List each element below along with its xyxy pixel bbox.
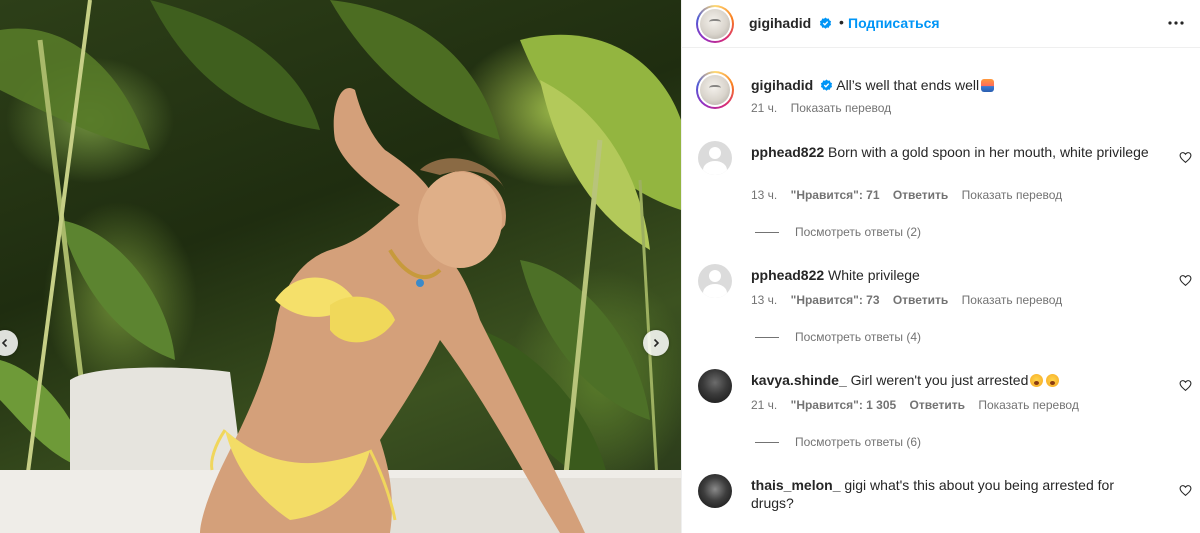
view-replies-button[interactable]: Посмотреть ответы (6) (755, 435, 921, 449)
comment-body: thais_melon_ gigi what's this about you … (751, 476, 1151, 512)
next-photo-button[interactable] (643, 330, 669, 356)
caption-time[interactable]: 21 ч. (751, 101, 777, 115)
comment-likes[interactable]: "Нравится": 1 305 (791, 398, 897, 412)
view-replies-label: Посмотреть ответы (4) (795, 330, 922, 344)
header-separator: • (839, 14, 844, 30)
verified-badge-icon (821, 79, 833, 91)
comment-time[interactable]: 21 ч. (751, 398, 777, 412)
heart-icon[interactable] (1179, 274, 1192, 287)
translate-link[interactable]: Показать перевод (978, 398, 1079, 412)
post-header: gigihadid • Подписаться (682, 0, 1200, 48)
comment-text: Born with a gold spoon in her mouth, whi… (828, 144, 1149, 160)
comment-body: pphead822 White privilege (751, 266, 1151, 284)
view-replies-label: Посмотреть ответы (2) (795, 225, 922, 239)
more-options-icon[interactable] (1166, 13, 1186, 33)
commenter-avatar[interactable] (698, 369, 732, 403)
comment-body: kavya.shinde_ Girl weren't you just arre… (751, 371, 1151, 389)
comment-time[interactable]: 13 ч. (751, 293, 777, 307)
heart-icon[interactable] (1179, 379, 1192, 392)
comment-likes[interactable]: "Нравится": 73 (791, 293, 880, 307)
comment-likes[interactable]: "Нравится": 71 (791, 188, 880, 202)
post-photo (0, 0, 681, 533)
commenter-username[interactable]: kavya.shinde_ (751, 372, 847, 388)
reply-button[interactable]: Ответить (893, 188, 948, 202)
follow-button[interactable]: Подписаться (848, 15, 940, 31)
author-avatar[interactable] (696, 5, 734, 43)
comment-text: Girl weren't you just arrested (850, 372, 1029, 388)
comment-text: White privilege (828, 267, 920, 283)
caption-author-avatar[interactable] (696, 71, 734, 109)
commenter-username[interactable]: thais_melon_ (751, 477, 840, 493)
chevron-right-icon (653, 338, 660, 348)
post-caption: gigihadid All’s well that ends well (751, 76, 995, 94)
view-replies-button[interactable]: Посмотреть ответы (2) (755, 225, 921, 239)
commenter-avatar[interactable] (698, 141, 732, 175)
translate-link[interactable]: Показать перевод (962, 188, 1063, 202)
reply-button[interactable]: Ответить (910, 398, 965, 412)
crying-face-emoji (1030, 374, 1044, 387)
commenter-username[interactable]: pphead822 (751, 267, 824, 283)
caption-text: All’s well that ends well (836, 77, 980, 93)
crying-face-emoji (1046, 374, 1060, 387)
heart-icon[interactable] (1179, 484, 1192, 497)
reply-button[interactable]: Ответить (893, 293, 948, 307)
sunrise-emoji (981, 79, 995, 92)
comment-meta: 13 ч. "Нравится": 73 Ответить Показать п… (751, 293, 1072, 307)
caption-meta: 21 ч. Показать перевод (751, 101, 901, 115)
commenter-avatar[interactable] (698, 474, 732, 508)
post-media[interactable] (0, 0, 681, 533)
comment-meta: 13 ч. "Нравится": 71 Ответить Показать п… (751, 188, 1072, 202)
translate-link[interactable]: Показать перевод (962, 293, 1063, 307)
caption-username[interactable]: gigihadid (751, 77, 813, 93)
view-replies-label: Посмотреть ответы (6) (795, 435, 922, 449)
commenter-avatar[interactable] (698, 264, 732, 298)
commenter-username[interactable]: pphead822 (751, 144, 824, 160)
chevron-left-icon (1, 338, 8, 348)
comment-time[interactable]: 13 ч. (751, 188, 777, 202)
caption-translate-link[interactable]: Показать перевод (791, 101, 892, 115)
comment-meta: 21 ч. "Нравится": 1 305 Ответить Показат… (751, 398, 1089, 412)
author-username[interactable]: gigihadid (749, 15, 811, 31)
heart-icon[interactable] (1179, 151, 1192, 164)
verified-badge-icon (819, 17, 831, 29)
view-replies-button[interactable]: Посмотреть ответы (4) (755, 330, 921, 344)
post-side-panel: gigihadid • Подписаться gigihadid All’s … (681, 0, 1200, 533)
comment-body: pphead822 Born with a gold spoon in her … (751, 143, 1151, 161)
